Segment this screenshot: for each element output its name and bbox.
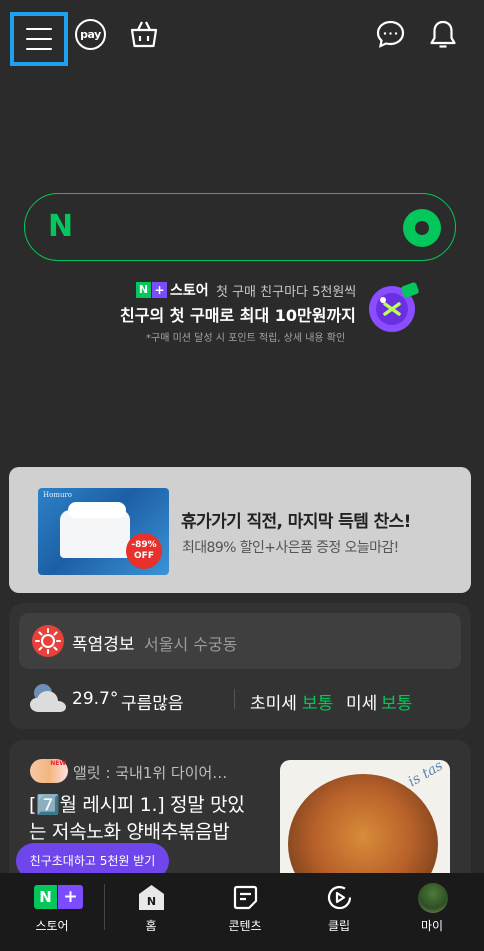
promo-note[interactable]: *구매 미션 달성 시 포인트 적립, 상세 내용 확인 xyxy=(146,329,345,344)
shopping-bag-icon xyxy=(130,21,158,48)
home-icon: N xyxy=(139,885,164,910)
svg-text:N: N xyxy=(147,895,156,908)
naver-logo: N xyxy=(48,209,74,244)
towel-shape xyxy=(68,502,126,518)
nav-label: 홈 xyxy=(145,919,157,933)
ad-subtitle[interactable]: 최대89% 할인+사은품 증정 오늘마감! xyxy=(182,537,399,557)
contents-icon xyxy=(233,885,258,910)
menu-icon-line xyxy=(26,28,52,30)
pay-button[interactable]: pay xyxy=(75,19,106,50)
sky-condition: 구름많음 xyxy=(121,694,184,714)
image-caption: is tas xyxy=(405,760,446,791)
alert-location: 서울시 수궁동 xyxy=(144,635,238,654)
notification-button[interactable] xyxy=(428,18,458,51)
nav-divider xyxy=(104,884,105,930)
pay-label: pay xyxy=(80,28,101,41)
nav-label: 마이 xyxy=(420,919,444,933)
search-input[interactable] xyxy=(95,209,385,245)
nav-clip[interactable]: 클립 xyxy=(293,873,385,951)
fine-dust-label: 초미세 xyxy=(250,694,297,714)
nav-contents[interactable]: 콘텐츠 xyxy=(199,873,291,951)
dust-value: 보통 xyxy=(381,694,413,714)
discount-percent: -89% xyxy=(131,540,157,550)
nav-store[interactable]: N + 스토어 xyxy=(6,873,98,951)
nav-home[interactable]: N 홈 xyxy=(105,873,197,951)
profile-avatar xyxy=(418,883,448,913)
alert-type: 폭염경보 xyxy=(72,635,135,655)
post-title[interactable]: [7️⃣월 레시피 1.] 정말 맛있는 저속노화 양배추볶음밥 xyxy=(29,792,261,846)
temperature: 29.7° xyxy=(72,689,119,709)
clip-play-icon xyxy=(327,885,352,910)
chat-bubble-icon xyxy=(376,20,405,48)
promo-character-icon[interactable] xyxy=(366,280,420,334)
store-plus-badge: N + xyxy=(136,282,167,298)
author-avatar: NEW xyxy=(30,759,68,783)
nav-my[interactable]: 마이 xyxy=(386,873,478,951)
discount-badge: -89% OFF xyxy=(126,533,162,569)
menu-icon-line xyxy=(26,48,52,50)
store-badge-n: N xyxy=(34,885,57,909)
green-dot-button[interactable] xyxy=(403,209,441,247)
nav-label: 스토어 xyxy=(35,919,69,933)
author-name[interactable]: 앨릿 : 국내1위 다이어… xyxy=(73,762,227,783)
ad-title[interactable]: 휴가가기 직전, 마지막 득템 찬스! xyxy=(181,507,411,532)
promo-subtitle[interactable]: 첫 구매 친구마다 5천원씩 xyxy=(216,281,356,300)
badge-n: N xyxy=(136,282,151,298)
store-plus-icon: N + xyxy=(34,885,83,909)
dust-label: 미세 xyxy=(346,694,378,714)
green-dot-icon xyxy=(415,221,429,235)
avatar-tag: NEW xyxy=(50,760,66,767)
promo-store-label[interactable]: 스토어 xyxy=(170,280,209,300)
ad-brand: Homuro xyxy=(43,491,73,499)
menu-button[interactable] xyxy=(10,12,68,66)
heat-sun-icon xyxy=(31,624,65,658)
bell-icon xyxy=(430,20,456,48)
partly-cloudy-icon xyxy=(27,681,69,715)
post-thumbnail[interactable]: is tas xyxy=(280,760,450,890)
talk-button[interactable] xyxy=(375,19,406,50)
bottom-navigation: N + 스토어 N 홈 콘텐츠 클립 마이 xyxy=(0,873,484,951)
promo-title[interactable]: 친구의 첫 구매로 최대 10만원까지 xyxy=(120,302,356,326)
weather-divider xyxy=(234,689,235,709)
store-badge-plus: + xyxy=(58,885,83,909)
ad-product-image[interactable]: Homuro -89% OFF xyxy=(38,488,169,575)
discount-off: OFF xyxy=(134,551,154,561)
badge-plus: + xyxy=(152,282,167,298)
shopping-bag-button[interactable] xyxy=(128,18,160,50)
menu-icon-line xyxy=(26,38,52,40)
nav-label: 콘텐츠 xyxy=(228,919,262,933)
fine-dust-value: 보통 xyxy=(302,694,334,714)
nav-label: 클립 xyxy=(327,919,351,933)
